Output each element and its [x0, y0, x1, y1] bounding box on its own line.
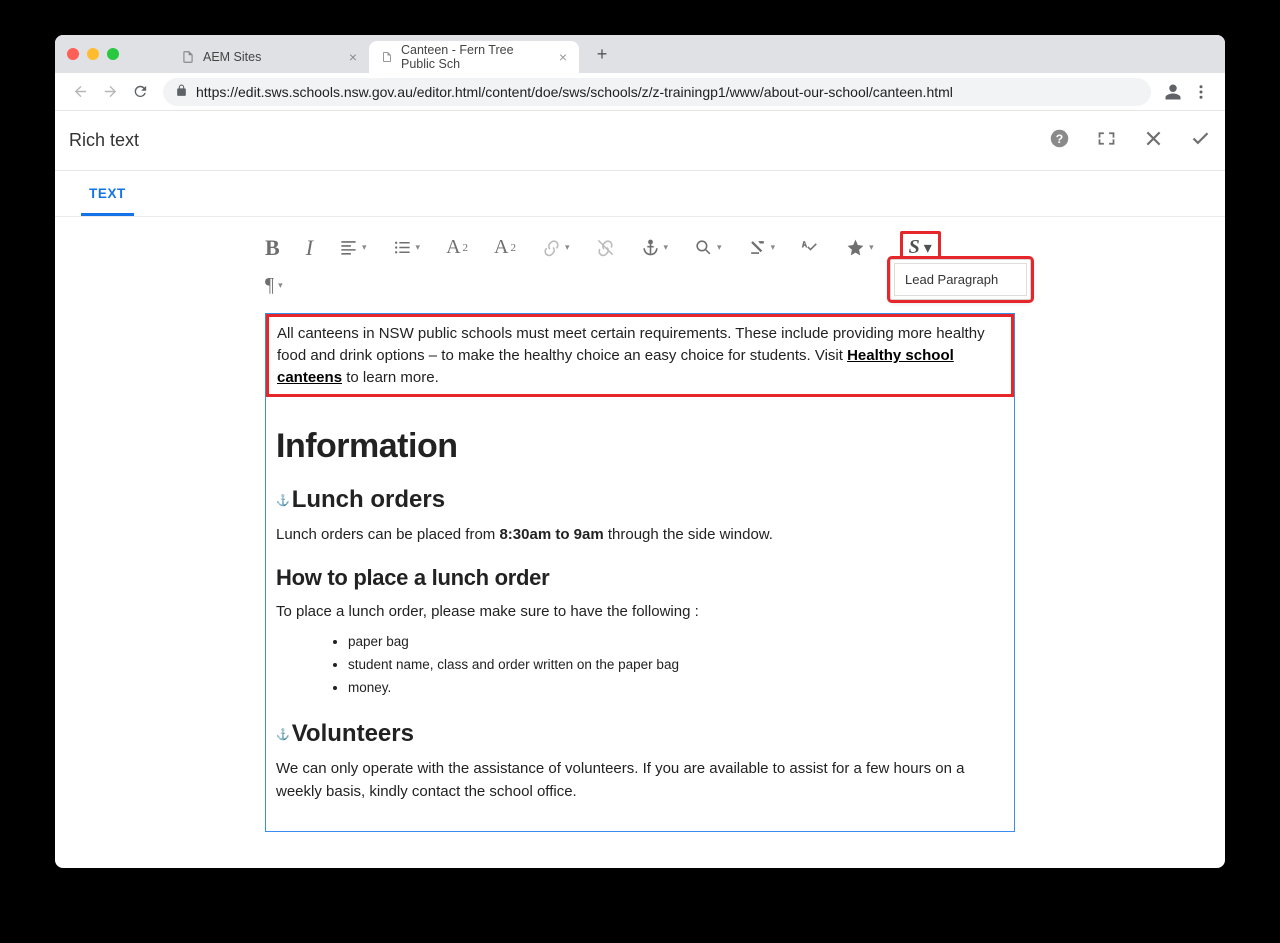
- back-button[interactable]: [65, 77, 95, 107]
- bold-button[interactable]: B: [265, 235, 280, 261]
- window-controls: [67, 35, 169, 73]
- browser-tab-canteen[interactable]: Canteen - Fern Tree Public Sch ×: [369, 41, 579, 73]
- browser-window: AEM Sites × Canteen - Fern Tree Public S…: [55, 35, 1225, 868]
- close-tab-icon[interactable]: ×: [349, 50, 357, 64]
- anchor-button[interactable]: ▾: [641, 238, 669, 257]
- subscript-button[interactable]: A2: [446, 236, 468, 259]
- address-bar: https://edit.sws.schools.nsw.gov.au/edit…: [55, 73, 1225, 111]
- lead-text-after: to learn more.: [342, 369, 439, 386]
- heading-information: Information: [276, 427, 1004, 466]
- paragraph-howto: To place a lunch order, please make sure…: [276, 601, 1004, 624]
- help-icon[interactable]: ?: [1049, 128, 1070, 154]
- heading-text: Lunch orders: [292, 486, 445, 514]
- lead-paragraph-selection[interactable]: All canteens in NSW public schools must …: [266, 314, 1014, 397]
- new-tab-button[interactable]: +: [587, 44, 617, 65]
- close-tab-icon[interactable]: ×: [559, 50, 567, 64]
- spellcheck-button[interactable]: [801, 238, 820, 257]
- text: Lunch orders can be placed from: [276, 526, 499, 543]
- heading-text: Volunteers: [292, 720, 414, 748]
- paragraph-format-button[interactable]: ¶▾: [265, 274, 283, 297]
- link-button[interactable]: ▾: [542, 238, 570, 257]
- url-field[interactable]: https://edit.sws.schools.nsw.gov.au/edit…: [163, 78, 1151, 106]
- text-bold: 8:30am to 9am: [499, 526, 603, 543]
- tab-strip: AEM Sites × Canteen - Fern Tree Public S…: [55, 35, 1225, 73]
- rte-header: Rich text ?: [55, 111, 1225, 171]
- styles-dropdown: Lead Paragraph: [890, 259, 1031, 300]
- close-icon[interactable]: [1143, 128, 1164, 154]
- anchor-icon: ⚓: [276, 494, 290, 507]
- list-requirements: paper bag student name, class and order …: [276, 631, 1004, 700]
- lock-icon: [175, 84, 188, 100]
- superscript-button[interactable]: A2: [494, 236, 516, 259]
- profile-icon[interactable]: [1159, 83, 1187, 101]
- close-window-icon[interactable]: [67, 48, 79, 60]
- list-button[interactable]: ▾: [393, 238, 421, 257]
- forward-button[interactable]: [95, 77, 125, 107]
- text: through the side window.: [604, 526, 773, 543]
- maximize-window-icon[interactable]: [107, 48, 119, 60]
- styles-icon: S: [909, 236, 920, 259]
- heading-how-to: How to place a lunch order: [276, 565, 1004, 591]
- list-item: money.: [348, 677, 1004, 700]
- italic-button[interactable]: I: [306, 235, 313, 261]
- list-item: paper bag: [348, 631, 1004, 654]
- minimize-window-icon[interactable]: [87, 48, 99, 60]
- kebab-menu-icon[interactable]: [1187, 83, 1215, 101]
- fullscreen-icon[interactable]: [1096, 128, 1117, 154]
- find-button[interactable]: ▾: [694, 238, 722, 257]
- align-button[interactable]: ▾: [339, 238, 367, 257]
- tab-title: AEM Sites: [203, 50, 261, 64]
- paragraph-volunteers: We can only operate with the assistance …: [276, 758, 1004, 803]
- rte-tabs: TEXT: [55, 171, 1225, 217]
- anchor-icon: ⚓: [276, 728, 290, 741]
- svg-text:?: ?: [1056, 131, 1063, 145]
- list-item: student name, class and order written on…: [348, 654, 1004, 677]
- rte-editor[interactable]: All canteens in NSW public schools must …: [265, 313, 1015, 832]
- tab-text[interactable]: TEXT: [81, 186, 134, 216]
- styles-option-lead-paragraph[interactable]: Lead Paragraph: [894, 263, 1027, 296]
- browser-tab-aem-sites[interactable]: AEM Sites ×: [169, 41, 369, 73]
- url-text: https://edit.sws.schools.nsw.gov.au/edit…: [196, 84, 953, 100]
- paragraph-lunch: Lunch orders can be placed from 8:30am t…: [276, 524, 1004, 547]
- unlink-button[interactable]: [596, 238, 615, 257]
- heading-lunch-orders: ⚓Lunch orders: [276, 486, 1004, 514]
- heading-volunteers: ⚓Volunteers: [276, 720, 1004, 748]
- rte-title: Rich text: [69, 130, 139, 151]
- page-icon: [181, 50, 195, 64]
- clear-format-button[interactable]: ▾: [748, 238, 776, 257]
- content-body: Information ⚓Lunch orders Lunch orders c…: [266, 397, 1014, 831]
- done-icon[interactable]: [1190, 128, 1211, 154]
- tab-title: Canteen - Fern Tree Public Sch: [401, 43, 551, 71]
- rte-toolbar: B I ▾ ▾ A2 A2 ▾ ▾ ▾ ▾ ▾ S▾ ¶▾ Lead Parag…: [55, 217, 1225, 307]
- page-icon: [381, 50, 393, 64]
- reload-button[interactable]: [125, 77, 155, 107]
- favorite-button[interactable]: ▾: [846, 238, 874, 257]
